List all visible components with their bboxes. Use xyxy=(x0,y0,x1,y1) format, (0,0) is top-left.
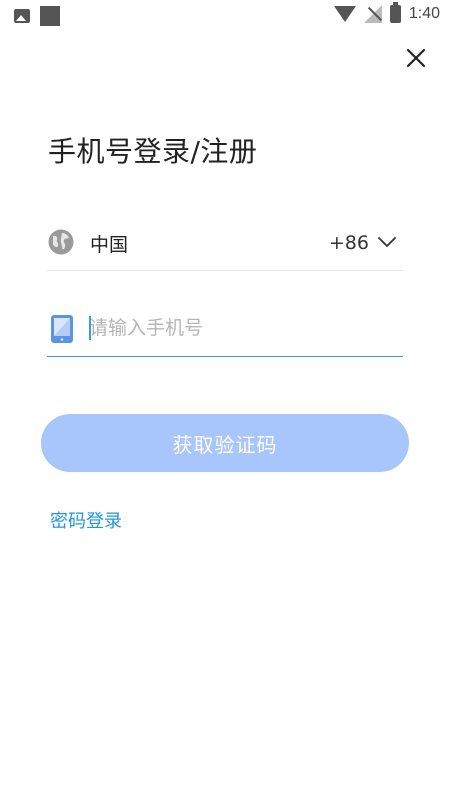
close-button[interactable] xyxy=(402,44,430,72)
password-login-link[interactable]: 密码登录 xyxy=(50,507,122,533)
country-name: 中国 xyxy=(90,234,129,256)
country-selector[interactable]: 中国 +86 xyxy=(47,222,403,271)
text-cursor xyxy=(89,316,91,340)
square-icon xyxy=(40,6,60,26)
chevron-down-icon xyxy=(378,237,396,247)
wifi-icon xyxy=(333,6,356,22)
get-code-button[interactable]: 获取验证码 xyxy=(41,414,409,472)
page-title: 手机号登录/注册 xyxy=(48,135,258,168)
phone-field[interactable] xyxy=(47,308,403,357)
phone-icon xyxy=(51,315,73,343)
image-icon xyxy=(14,9,30,23)
phone-input[interactable] xyxy=(89,314,389,342)
globe-icon xyxy=(48,229,74,255)
close-icon xyxy=(406,48,426,68)
status-time: 1:40 xyxy=(408,5,440,22)
battery-charging-icon xyxy=(389,2,401,23)
country-code: +86 xyxy=(328,232,369,254)
signal-off-icon xyxy=(363,5,382,23)
status-bar: 1:40 xyxy=(0,0,450,32)
